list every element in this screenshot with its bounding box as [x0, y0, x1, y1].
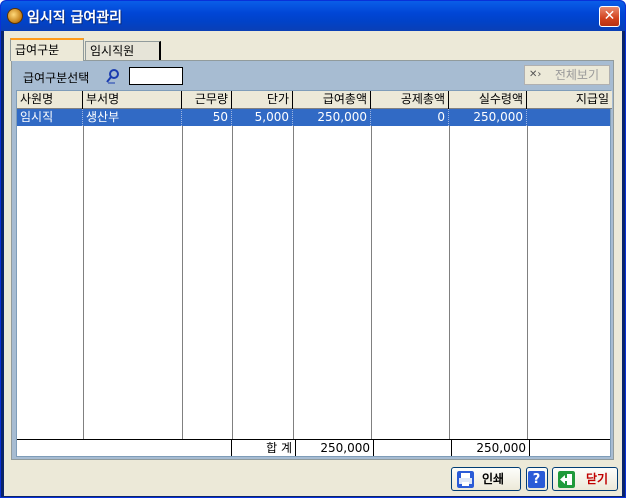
total-blank	[17, 440, 232, 456]
help-button[interactable]: ?	[526, 467, 548, 491]
col-deduction-total[interactable]: 공제총액	[371, 91, 449, 109]
cell-net-pay: 250,000	[449, 109, 527, 126]
close-label: 닫기	[586, 472, 609, 486]
col-net-pay[interactable]: 실수령액	[449, 91, 527, 109]
window-close-button[interactable]: ✕	[599, 6, 620, 27]
tab-temp-staff[interactable]: 임시직원	[85, 41, 161, 61]
close-button[interactable]: 닫기	[552, 467, 618, 491]
window-title: 임시직 급여관리	[27, 10, 123, 26]
help-icon: ?	[528, 471, 545, 488]
pay-grid[interactable]: 사원명 부서명 근무량 단가 급여총액 공제총액 실수령액 지급일 임시직 생산…	[16, 90, 612, 457]
filter-label: 급여구분선택	[23, 71, 90, 85]
col-pay-total[interactable]: 급여총액	[293, 91, 371, 109]
grid-header: 사원명 부서명 근무량 단가 급여총액 공제총액 실수령액 지급일	[17, 91, 612, 109]
exit-icon	[558, 471, 575, 488]
column-divider	[449, 126, 450, 439]
col-work-amount[interactable]: 근무량	[182, 91, 232, 109]
show-all-label: 전체보기	[554, 68, 599, 82]
show-all-button[interactable]: ✕› 전체보기	[524, 65, 610, 85]
cell-employee-name: 임시직	[17, 109, 83, 126]
app-icon	[7, 8, 23, 24]
column-divider	[182, 126, 183, 439]
cell-department: 생산부	[83, 109, 182, 126]
column-divider	[371, 126, 372, 439]
column-divider	[232, 126, 233, 439]
total-pay: 250,000	[296, 440, 374, 456]
search-icon[interactable]	[105, 68, 121, 84]
col-employee-name[interactable]: 사원명	[17, 91, 83, 109]
col-pay-date[interactable]: 지급일	[527, 91, 612, 109]
printer-icon	[457, 471, 474, 488]
tab-panel: 급여구분선택 ✕› 전체보기 사원명 부서명 근무량 단가 급여총액 공제총액	[11, 60, 614, 460]
cell-work-amount: 50	[182, 109, 232, 126]
total-deduction	[374, 440, 452, 456]
pay-category-input[interactable]	[129, 67, 183, 85]
tab-pay-category[interactable]: 급여구분	[10, 38, 84, 61]
main-window: 임시직 급여관리 ✕ 급여구분 임시직원 급여구분선택 ✕› 전체보기 사원명 …	[0, 0, 626, 498]
cell-pay-total: 250,000	[293, 109, 371, 126]
cell-unit-price: 5,000	[232, 109, 293, 126]
print-button[interactable]: 인쇄	[451, 467, 521, 491]
column-divider	[293, 126, 294, 439]
cell-deduction-total: 0	[371, 109, 449, 126]
print-label: 인쇄	[482, 472, 505, 486]
col-unit-price[interactable]: 단가	[232, 91, 293, 109]
client-area: 급여구분 임시직원 급여구분선택 ✕› 전체보기 사원명 부서명 근무량 단가	[4, 31, 622, 496]
total-net-pay: 250,000	[452, 440, 530, 456]
table-row[interactable]: 임시직 생산부 50 5,000 250,000 0 250,000	[17, 109, 610, 126]
total-row: 합 계 250,000 250,000	[17, 439, 610, 456]
column-divider	[83, 126, 84, 439]
cell-pay-date	[527, 109, 610, 126]
refresh-icon: ✕›	[529, 69, 542, 80]
total-label: 합 계	[232, 440, 296, 456]
column-divider	[527, 126, 528, 439]
total-pay-date	[530, 440, 610, 456]
title-bar[interactable]: 임시직 급여관리 ✕	[1, 1, 625, 31]
col-department[interactable]: 부서명	[83, 91, 182, 109]
